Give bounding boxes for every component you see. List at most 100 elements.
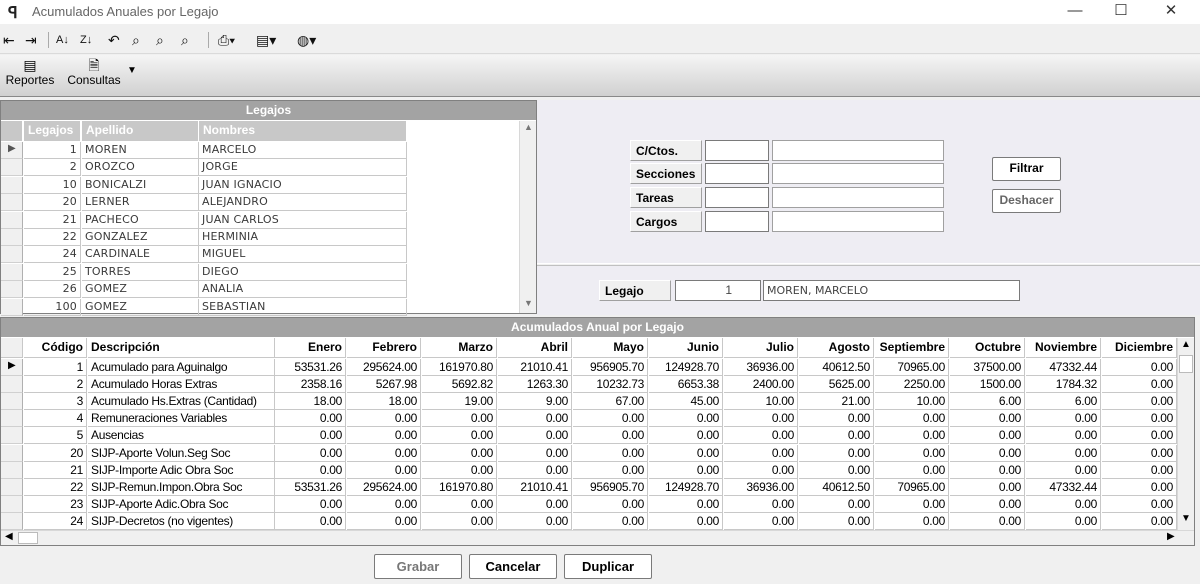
julio-cell[interactable]: 0.00 [724,444,798,462]
agosto-cell[interactable]: 0.00 [799,495,874,513]
sort-za-icon[interactable]: Z↓ [80,30,92,50]
agosto-cell[interactable]: 0.00 [799,444,874,462]
col-header-codigo[interactable]: Código [24,338,87,358]
julio-cell[interactable]: 2400.00 [724,376,798,394]
table-row[interactable]: 10 BONICALZI JUAN IGNACIO [1,176,407,194]
maximize-button[interactable]: ☐ [1098,0,1144,24]
apellido-cell[interactable]: GOMEZ [82,298,199,316]
junio-cell[interactable]: 0.00 [649,461,723,479]
noviembre-cell[interactable]: 0.00 [1026,427,1101,445]
apellido-cell[interactable]: BONICALZI [82,176,199,194]
noviembre-cell[interactable]: 1784.32 [1026,376,1101,394]
febrero-cell[interactable]: 0.00 [347,495,421,513]
julio-cell[interactable]: 10.00 [724,393,798,411]
abril-cell[interactable]: 1263.30 [498,376,572,394]
marzo-cell[interactable]: 0.00 [422,427,497,445]
octubre-cell[interactable]: 0.00 [950,410,1025,428]
table-row[interactable]: 21 SIJP-Importe Adic Obra Soc 0.00 0.00 0.00… [1,461,1178,479]
nombres-cell[interactable]: JORGE [199,159,407,177]
agosto-cell[interactable]: 40612.50 [799,478,874,496]
diciembre-cell[interactable]: 0.00 [1102,376,1177,394]
septiembre-cell[interactable]: 0.00 [875,427,949,445]
octubre-cell[interactable]: 0.00 [950,444,1025,462]
scroll-left-icon[interactable]: ◀ [5,531,13,542]
col-header-julio[interactable]: Julio [724,338,798,358]
octubre-cell[interactable]: 0.00 [950,427,1025,445]
deshacer-button[interactable]: Deshacer [992,189,1061,213]
nombres-cell[interactable]: ANALIA [199,281,407,299]
nombres-cell[interactable]: DIEGO [199,263,407,281]
marzo-cell[interactable]: 0.00 [422,410,497,428]
scroll-up-icon[interactable]: ▲ [1181,339,1191,350]
nombres-cell[interactable]: HERMINIA [199,229,407,246]
agosto-cell[interactable]: 0.00 [799,461,874,479]
apellido-cell[interactable]: GONZALEZ [82,229,199,246]
secciones-desc-field[interactable] [772,163,944,184]
enero-cell[interactable]: 53531.26 [275,478,346,496]
enero-cell[interactable]: 0.00 [275,410,346,428]
marzo-cell[interactable]: 0.00 [422,444,497,462]
indent-right-icon[interactable]: ⇥ [25,30,37,50]
enero-cell[interactable]: 18.00 [275,393,346,411]
abril-cell[interactable]: 0.00 [498,512,572,530]
junio-cell[interactable]: 0.00 [649,410,723,428]
agosto-cell[interactable]: 5625.00 [799,376,874,394]
junio-cell[interactable]: 0.00 [649,427,723,445]
table-row[interactable]: 22 SIJP-Remun.Impon.Obra Soc 53531.26 29562… [1,478,1178,496]
apellido-cell[interactable]: TORRES [82,263,199,281]
enero-cell[interactable]: 2358.16 [275,376,346,394]
diciembre-cell[interactable]: 0.00 [1102,410,1177,428]
junio-cell[interactable]: 0.00 [649,512,723,530]
agosto-cell[interactable]: 21.00 [799,393,874,411]
agosto-cell[interactable]: 40612.50 [799,359,874,376]
noviembre-cell[interactable]: 0.00 [1026,495,1101,513]
cctos-desc-field[interactable] [772,140,944,161]
tareas-code-input[interactable] [705,187,769,208]
abril-cell[interactable]: 9.00 [498,393,572,411]
abril-cell[interactable]: 21010.41 [498,478,572,496]
codigo-cell[interactable]: 21 [24,461,87,479]
marzo-cell[interactable]: 161970.80 [422,478,497,496]
septiembre-cell[interactable]: 70965.00 [875,478,949,496]
enero-cell[interactable]: 53531.26 [275,359,346,376]
marzo-cell[interactable]: 5692.82 [422,376,497,394]
codigo-cell[interactable]: 1 [24,359,87,376]
table-row[interactable]: 20 SIJP-Aporte Volun.Seg Soc 0.00 0.00 0.00 0… [1,444,1178,462]
abril-cell[interactable]: 21010.41 [498,359,572,376]
enero-cell[interactable]: 0.00 [275,495,346,513]
junio-cell[interactable]: 0.00 [649,444,723,462]
codigo-cell[interactable]: 24 [24,512,87,530]
table-row[interactable]: 3 Acumulado Hs.Extras (Cantidad) 18.00 18.0… [1,393,1178,411]
descripcion-cell[interactable]: Acumulado Horas Extras [88,376,275,394]
table-row[interactable]: 1 MOREN MARCELO [1,142,407,159]
diciembre-cell[interactable]: 0.00 [1102,461,1177,479]
febrero-cell[interactable]: 0.00 [347,410,421,428]
close-button[interactable]: ✕ [1148,0,1194,24]
table-row[interactable]: 25 TORRES DIEGO [1,263,407,281]
legajo-number-cell[interactable]: 10 [24,176,81,194]
noviembre-cell[interactable]: 0.00 [1026,512,1101,530]
table-row[interactable]: 4 Remuneraciones Variables 0.00 0.00 0.00 0.0… [1,410,1178,428]
abril-cell[interactable]: 0.00 [498,444,572,462]
apellido-cell[interactable]: MOREN [82,142,199,159]
codigo-cell[interactable]: 4 [24,410,87,428]
col-header-apellido[interactable]: Apellido [82,121,199,141]
legajo-number-field[interactable]: 1 [675,280,761,301]
enero-cell[interactable]: 0.00 [275,427,346,445]
scroll-down-icon[interactable]: ▼ [1181,513,1191,524]
col-header-febrero[interactable]: Febrero [347,338,421,358]
descripcion-cell[interactable]: Acumulado Hs.Extras (Cantidad) [88,393,275,411]
table-row[interactable]: 22 GONZALEZ HERMINIA [1,229,407,246]
secciones-code-input[interactable] [705,163,769,184]
scroll-down-icon[interactable]: ▼ [524,298,533,308]
septiembre-cell[interactable]: 0.00 [875,410,949,428]
octubre-cell[interactable]: 0.00 [950,495,1025,513]
acumulados-vertical-scrollbar[interactable]: ▲ ▼ [1177,338,1194,530]
codigo-cell[interactable]: 22 [24,478,87,496]
legajo-number-cell[interactable]: 100 [24,298,81,316]
diciembre-cell[interactable]: 0.00 [1102,444,1177,462]
febrero-cell[interactable]: 0.00 [347,427,421,445]
marzo-cell[interactable]: 0.00 [422,495,497,513]
table-row[interactable]: 24 SIJP-Decretos (no vigentes) 0.00 0.00 0.0… [1,512,1178,530]
codigo-cell[interactable]: 5 [24,427,87,445]
